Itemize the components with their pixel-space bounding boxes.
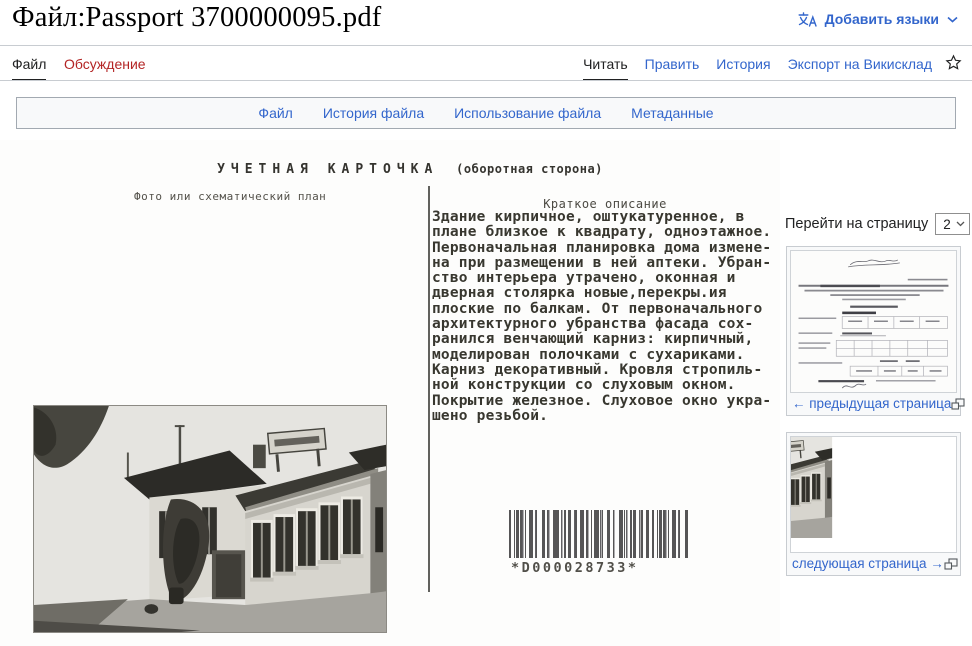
star-icon bbox=[945, 54, 962, 70]
popup-icon[interactable] bbox=[944, 557, 958, 570]
file-toc: Файл История файла Использование файла Мета… bbox=[16, 97, 956, 129]
scan-card-title: УЧЕТНАЯ КАРТОЧКА (оборотная сторона) bbox=[150, 162, 670, 177]
watch-star-button[interactable] bbox=[945, 54, 962, 71]
scan-description-line: дверная столярка новые,перекры.ия bbox=[432, 285, 727, 302]
add-languages-label: Добавить языки bbox=[824, 11, 939, 27]
next-page-thumbnail[interactable] bbox=[790, 436, 957, 553]
scan-description-line: ство интерьера утрачено, оконная и bbox=[432, 270, 736, 287]
tabs-divider bbox=[0, 80, 972, 81]
page-select[interactable]: 2 bbox=[935, 213, 970, 235]
page-title: Файл:Passport 3700000095.pdf bbox=[12, 2, 382, 33]
file-toc-link[interactable]: История файла bbox=[323, 105, 424, 121]
tab-edit[interactable]: Править bbox=[645, 54, 700, 81]
scan-description-line: Покрытие железное. Слуховое окно укра- bbox=[432, 392, 772, 409]
scan-description-line: ранился венчающий карниз: кирпичный, bbox=[432, 331, 754, 348]
file-toc-link[interactable]: Метаданные bbox=[631, 105, 713, 121]
tab-file[interactable]: Файл bbox=[12, 54, 47, 81]
select-chevron-icon bbox=[956, 221, 965, 227]
title-divider bbox=[0, 45, 972, 46]
goto-page-row: Перейти на страницу 2 bbox=[785, 213, 970, 235]
language-icon bbox=[798, 11, 817, 27]
tab-history[interactable]: История bbox=[716, 54, 770, 81]
file-toc-link[interactable]: Использование файла bbox=[454, 105, 601, 121]
scan-description-line: плане близкое к квадрату, одноэтажное. bbox=[432, 224, 772, 241]
building-photo bbox=[33, 405, 387, 633]
file-toc-link[interactable]: Файл bbox=[258, 105, 292, 121]
scan-description-line: Здание кирпичное, оштукатуренное, в bbox=[432, 209, 745, 225]
add-languages-button[interactable]: Добавить языки bbox=[798, 11, 958, 27]
tab-talk[interactable]: Обсуждение bbox=[64, 54, 146, 74]
scan-card-title-suffix: (оборотная сторона) bbox=[456, 162, 603, 176]
prev-page-card: ← предыдущая страница bbox=[786, 246, 965, 416]
scan-description-line: Карниз декоративный. Кровля стропиль- bbox=[432, 361, 763, 378]
tab-export-commons[interactable]: Экспорт на Викисклад bbox=[788, 54, 932, 81]
scan-description-line: моделирован полочками с сухариками. bbox=[432, 346, 745, 363]
barcode-label: *D000028733* bbox=[511, 560, 639, 576]
scan-description-line: шено резьбой. bbox=[432, 407, 549, 424]
chevron-down-icon bbox=[947, 16, 958, 23]
tab-read[interactable]: Читать bbox=[583, 54, 628, 81]
popup-icon[interactable] bbox=[951, 397, 965, 410]
prev-page-link[interactable]: ← предыдущая страница bbox=[792, 396, 951, 411]
scan-card-title-main: УЧЕТНАЯ КАРТОЧКА bbox=[217, 162, 439, 177]
scan-description: Здание кирпичное, оштукатуренное, в плане… bbox=[432, 209, 778, 424]
next-page-link[interactable]: следующая страница → bbox=[792, 556, 944, 571]
goto-page-label: Перейти на страницу bbox=[785, 216, 929, 232]
file-page: Файл:Passport 3700000095.pdf Добавить яз… bbox=[0, 0, 972, 646]
page-views-tabs: Читать Править История Экспорт на Викиск… bbox=[583, 54, 932, 81]
page-select-value: 2 bbox=[943, 216, 951, 232]
prev-page-thumbnail[interactable] bbox=[790, 250, 957, 393]
scan-description-line: плоские по балкам. От первоначального bbox=[432, 300, 763, 317]
scan-description-line: архитектурного убранства фасада сох- bbox=[432, 316, 754, 333]
next-page-card: следующая страница → bbox=[786, 432, 961, 576]
scan-photo-label: Фото или схематический план bbox=[134, 190, 327, 203]
barcode bbox=[509, 510, 689, 558]
scan-column-divider bbox=[428, 186, 430, 592]
scan-description-line: ной конструкции со слуховым окном. bbox=[432, 377, 736, 394]
pdf-preview-image[interactable]: УЧЕТНАЯ КАРТОЧКА (оборотная сторона) Фот… bbox=[0, 140, 780, 646]
prev-page-caption: ← предыдущая страница bbox=[790, 393, 965, 412]
next-page-caption: следующая страница → bbox=[790, 553, 958, 572]
scan-description-line: Первоначальная планировка дома измене- bbox=[432, 239, 772, 256]
scan-description-line: на при размещении в ней аптеки. Убран- bbox=[432, 254, 772, 271]
